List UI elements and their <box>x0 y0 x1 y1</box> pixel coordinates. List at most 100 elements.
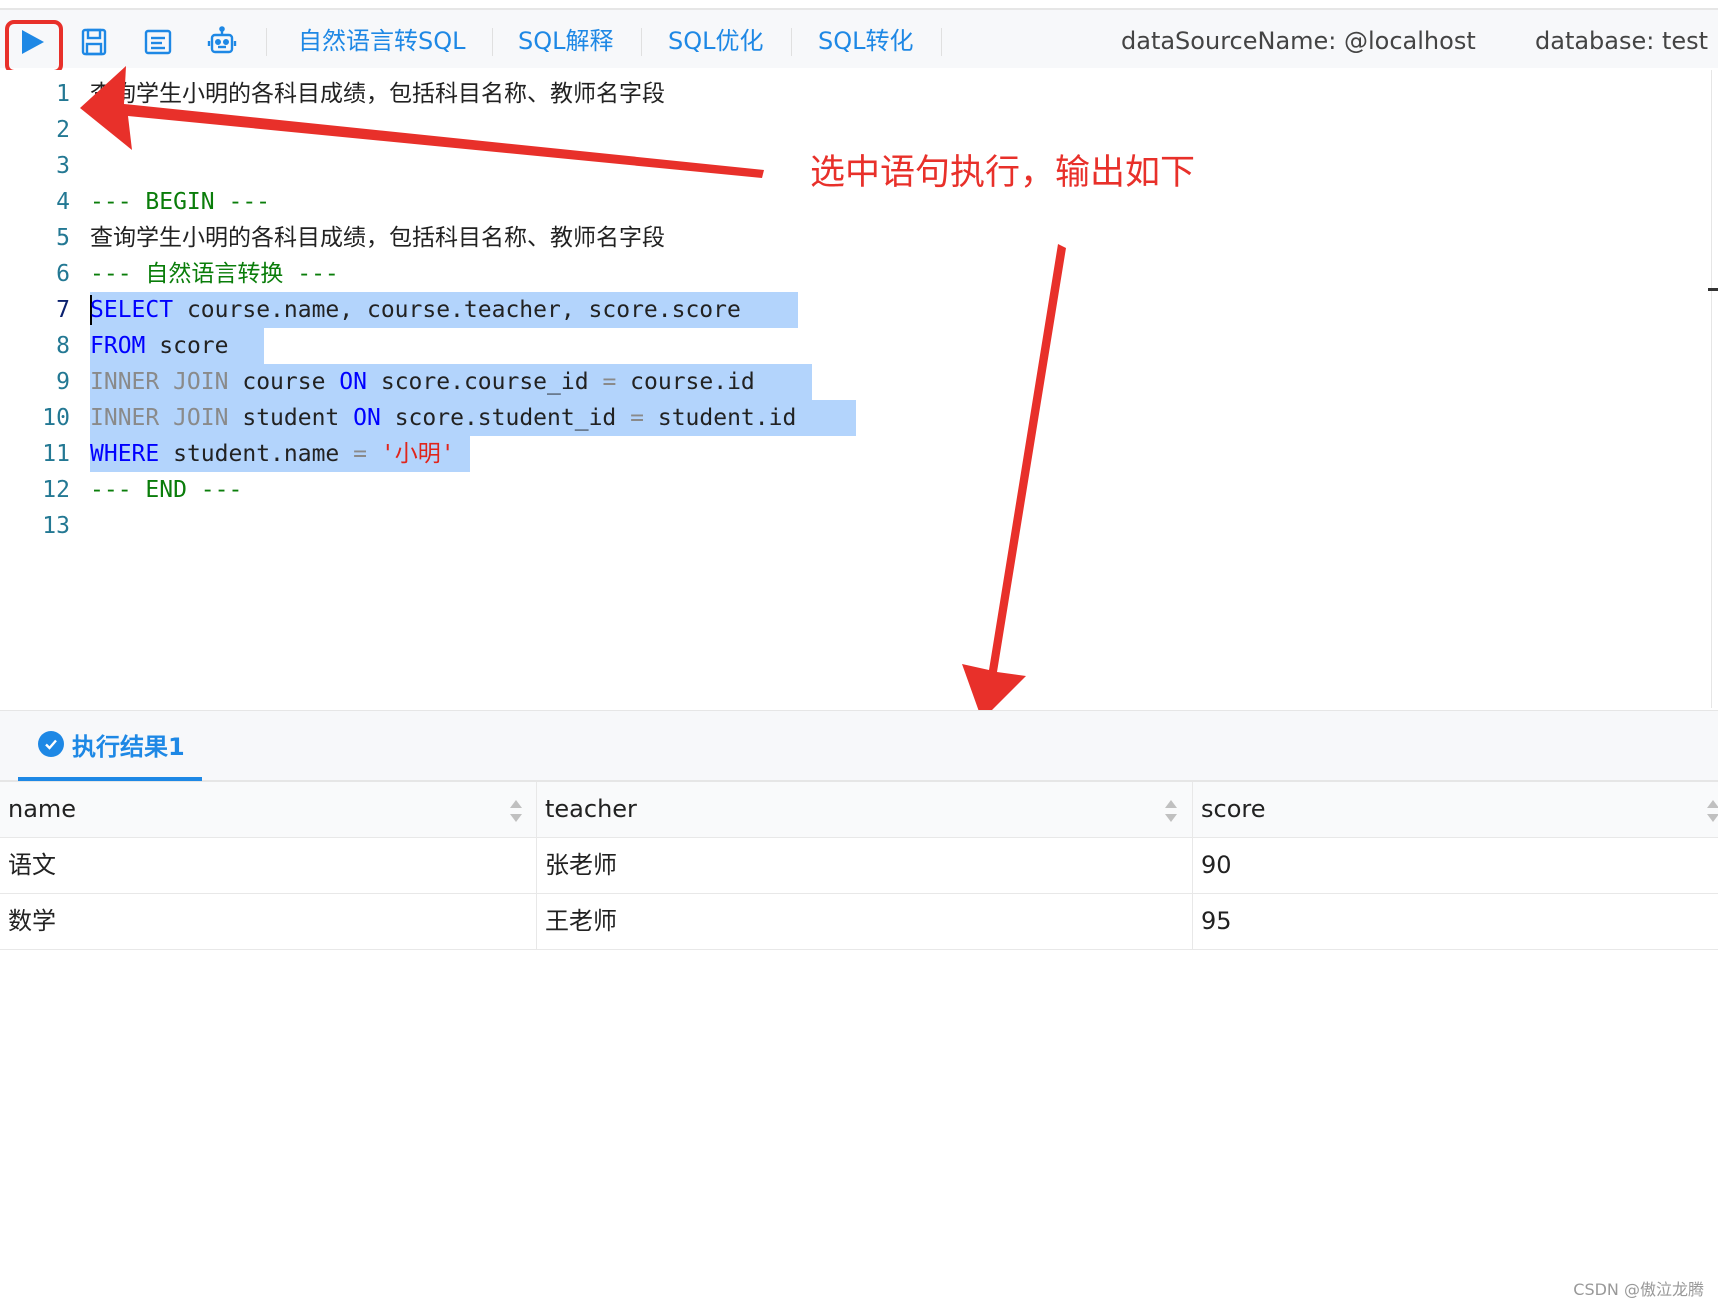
check-circle-icon <box>38 731 64 757</box>
sql-text: course.id <box>630 369 755 395</box>
sql-optimize-button[interactable]: SQL优化 <box>668 25 764 57</box>
sql-operator: = <box>353 441 367 467</box>
code-line: 8 FROM score <box>0 328 1718 364</box>
robot-icon <box>207 26 237 54</box>
column-header-label: teacher <box>545 795 637 823</box>
sql-text: student.name <box>173 441 340 467</box>
code-line: 5 查询学生小明的各科目成绩，包括科目名称、教师名字段 <box>0 220 1718 256</box>
line-number: 1 <box>56 81 70 107</box>
scrollbar-marker <box>1708 288 1718 291</box>
annotation-label: 选中语句执行，输出如下 <box>810 153 1196 193</box>
code-line: 13 <box>0 508 1718 544</box>
code-line: 1 查询学生小明的各科目成绩，包括科目名称、教师名字段 <box>0 76 1718 112</box>
column-header-label: name <box>8 795 77 823</box>
code-statement: SELECT course.name, course.teacher, scor… <box>90 292 741 328</box>
sql-explain-button[interactable]: SQL解释 <box>518 25 614 57</box>
run-icon <box>22 30 44 54</box>
table-cell[interactable]: 数学 <box>0 894 537 949</box>
nl-to-sql-button[interactable]: 自然语言转SQL <box>298 25 466 57</box>
sql-operator: = <box>630 405 644 431</box>
line-number: 7 <box>56 297 70 323</box>
save-button[interactable] <box>74 22 114 62</box>
sql-keyword: ON <box>339 369 367 395</box>
code-line: 9 INNER JOIN course ON score.course_id =… <box>0 364 1718 400</box>
sql-text: student <box>242 405 340 431</box>
toolbar-divider <box>492 28 493 56</box>
code-comment: --- BEGIN --- <box>90 189 271 215</box>
sql-text: course.name, course.teacher, score.score <box>186 297 741 323</box>
toolbar-divider <box>941 28 942 56</box>
format-button[interactable] <box>138 22 178 62</box>
toolbar-divider <box>791 28 792 56</box>
editor-scrollbar[interactable] <box>1711 70 1712 708</box>
table-cell[interactable]: 王老师 <box>537 894 1193 949</box>
sql-text: student.id <box>657 405 797 431</box>
line-number: 8 <box>56 333 70 359</box>
toolbar-divider <box>266 28 267 56</box>
database-name: database: test <box>1535 27 1709 55</box>
column-header-score[interactable]: score <box>1193 782 1718 837</box>
sort-icon[interactable] <box>508 798 524 824</box>
line-number: 13 <box>42 513 70 539</box>
code-line: 12 --- END --- <box>0 472 1718 508</box>
sql-keyword: INNER JOIN <box>90 405 229 431</box>
save-icon <box>81 28 107 56</box>
line-number: 6 <box>56 261 70 287</box>
sql-keyword: ON <box>353 405 381 431</box>
line-number: 9 <box>56 369 70 395</box>
code-line: 7 SELECT course.name, course.teacher, sc… <box>0 292 1718 328</box>
sql-keyword: WHERE <box>90 441 160 467</box>
code-statement: WHERE student.name = '小明' <box>90 436 455 472</box>
line-number: 12 <box>42 477 70 503</box>
line-number: 5 <box>56 225 70 251</box>
sql-operator: = <box>602 369 617 395</box>
line-number: 10 <box>42 405 70 431</box>
sort-icon[interactable] <box>1705 798 1718 824</box>
toolbar-divider <box>641 28 642 56</box>
table-header-row: name teacher score <box>0 782 1718 838</box>
sql-keyword: FROM <box>90 333 146 359</box>
line-number: 11 <box>42 441 70 467</box>
table-cell[interactable]: 90 <box>1193 838 1718 893</box>
run-button[interactable] <box>12 22 52 62</box>
code-comment: --- END --- <box>90 477 243 503</box>
sql-keyword: INNER JOIN <box>90 369 229 395</box>
table-cell[interactable]: 张老师 <box>537 838 1193 893</box>
code-comment: --- 自然语言转换 --- <box>90 261 339 287</box>
line-number: 2 <box>56 117 70 143</box>
sql-text: score.student_id <box>394 405 617 431</box>
table-cell[interactable]: 95 <box>1193 894 1718 949</box>
ai-assistant-button[interactable] <box>202 22 242 62</box>
code-statement: INNER JOIN student ON score.student_id =… <box>90 400 796 436</box>
table-row[interactable]: 数学 王老师 95 <box>0 894 1718 950</box>
sort-icon[interactable] <box>1163 798 1179 824</box>
line-number: 3 <box>56 153 70 179</box>
toolbar: 自然语言转SQL SQL解释 SQL优化 SQL转化 dataSourceNam… <box>0 8 1718 74</box>
sql-text: course <box>242 369 326 395</box>
watermark: CSDN @傲泣龙腾 <box>1573 1280 1704 1299</box>
code-statement: FROM score <box>90 328 229 364</box>
code-line: 6 --- 自然语言转换 --- <box>0 256 1718 292</box>
tab-result-1[interactable]: 执行结果1 <box>18 711 202 781</box>
code-statement: INNER JOIN course ON score.course_id = c… <box>90 364 755 400</box>
sql-string: '小明' <box>380 441 455 467</box>
code-line: 11 WHERE student.name = '小明' <box>0 436 1718 472</box>
column-header-teacher[interactable]: teacher <box>537 782 1193 837</box>
column-header-name[interactable]: name <box>0 782 537 837</box>
code-line: 10 INNER JOIN student ON score.student_i… <box>0 400 1718 436</box>
code-text: 查询学生小明的各科目成绩，包括科目名称、教师名字段 <box>90 225 665 251</box>
sql-convert-button[interactable]: SQL转化 <box>818 25 914 57</box>
format-icon <box>144 29 172 55</box>
sql-text: score <box>159 333 229 359</box>
sql-keyword: SELECT <box>90 297 174 323</box>
result-tabs: 执行结果1 <box>0 710 1718 782</box>
sql-text: score.course_id <box>380 369 589 395</box>
code-line: 2 <box>0 112 1718 148</box>
table-cell[interactable]: 语文 <box>0 838 537 893</box>
line-number: 4 <box>56 189 70 215</box>
code-text: 查询学生小明的各科目成绩，包括科目名称、教师名字段 <box>90 81 665 107</box>
tab-label: 执行结果1 <box>72 732 185 761</box>
column-header-label: score <box>1201 795 1266 823</box>
datasource-name: dataSourceName: @localhost <box>1121 27 1476 55</box>
table-row[interactable]: 语文 张老师 90 <box>0 838 1718 894</box>
